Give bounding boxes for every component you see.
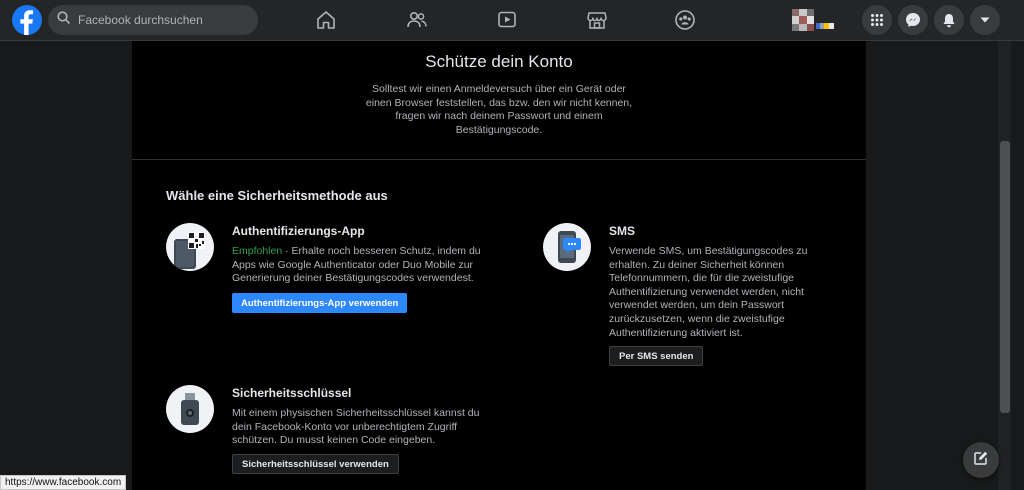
facebook-logo-icon[interactable] <box>12 5 42 35</box>
search-icon <box>57 11 70 29</box>
send-sms-button[interactable]: Per SMS senden <box>609 346 704 366</box>
messenger-icon[interactable] <box>898 5 928 35</box>
compose-icon <box>973 450 989 471</box>
browser-status-url: https://www.facebook.com <box>0 475 127 490</box>
security-settings-panel: Schütze dein Konto Solltest wir einen An… <box>132 41 866 490</box>
page-scrollbar-thumb[interactable] <box>1000 141 1010 413</box>
avatar[interactable] <box>792 9 814 31</box>
account-dropdown-icon[interactable] <box>970 5 1000 35</box>
security-key-icon <box>166 385 214 433</box>
use-security-key-button[interactable]: Sicherheitsschlüssel verwenden <box>232 454 399 474</box>
sms-description: Verwende SMS, um Bestätigungscodes zu er… <box>609 245 808 339</box>
auth-app-title: Authentifizierungs-App <box>232 224 365 238</box>
marketplace-icon[interactable] <box>585 8 609 32</box>
search-bar[interactable] <box>48 5 258 35</box>
page-title: Schütze dein Konto <box>425 52 573 71</box>
methods-heading: Wähle eine Sicherheitsmethode aus <box>166 188 388 203</box>
friends-icon[interactable] <box>405 8 429 32</box>
sms-phone-icon <box>543 223 591 271</box>
page-subtitle: Solltest wir einen Anmeldeversuch über e… <box>365 83 633 136</box>
new-message-button[interactable] <box>963 442 999 478</box>
sms-title: SMS <box>609 224 636 238</box>
groups-icon[interactable] <box>673 8 697 32</box>
recommended-label: Empfohlen <box>232 245 283 257</box>
use-auth-app-button[interactable]: Authentifizierungs-App verwenden <box>232 293 408 313</box>
menu-grid-icon[interactable] <box>862 5 892 35</box>
security-key-title: Sicherheitsschlüssel <box>232 386 352 400</box>
top-navigation-bar <box>0 0 1024 41</box>
auth-app-description: Empfohlen · Erhalte noch besseren Schutz… <box>232 245 490 286</box>
home-icon[interactable] <box>314 8 338 32</box>
notifications-icon[interactable] <box>934 5 964 35</box>
profile-name-redacted[interactable] <box>816 16 834 29</box>
search-input[interactable] <box>76 12 246 28</box>
window-edge <box>1011 41 1024 490</box>
authenticator-app-icon <box>166 223 214 271</box>
security-key-description: Mit einem physischen Sicherheitsschlüsse… <box>232 407 480 447</box>
panel-header: Schütze dein Konto Solltest wir einen An… <box>132 41 866 160</box>
watch-icon[interactable] <box>495 8 519 32</box>
